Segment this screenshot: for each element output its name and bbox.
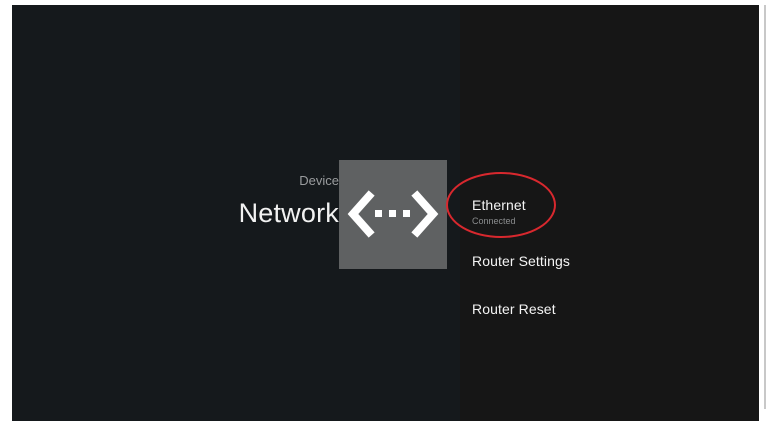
tv-settings-screen: Device Network <box>12 5 759 421</box>
network-icon <box>347 190 439 238</box>
menu-item-label: Router Settings <box>472 253 570 269</box>
highlight-annotation <box>446 172 556 238</box>
network-icon-tile <box>339 160 447 269</box>
menu-item-label: Router Reset <box>472 301 556 317</box>
menu-item-router-reset[interactable]: Router Reset <box>472 301 556 317</box>
menu-item-router-settings[interactable]: Router Settings <box>472 253 570 269</box>
scrollbar[interactable] <box>764 5 766 409</box>
breadcrumb: Device <box>299 173 339 188</box>
header-pane: Device Network <box>12 5 460 421</box>
page-title: Network <box>238 198 339 228</box>
